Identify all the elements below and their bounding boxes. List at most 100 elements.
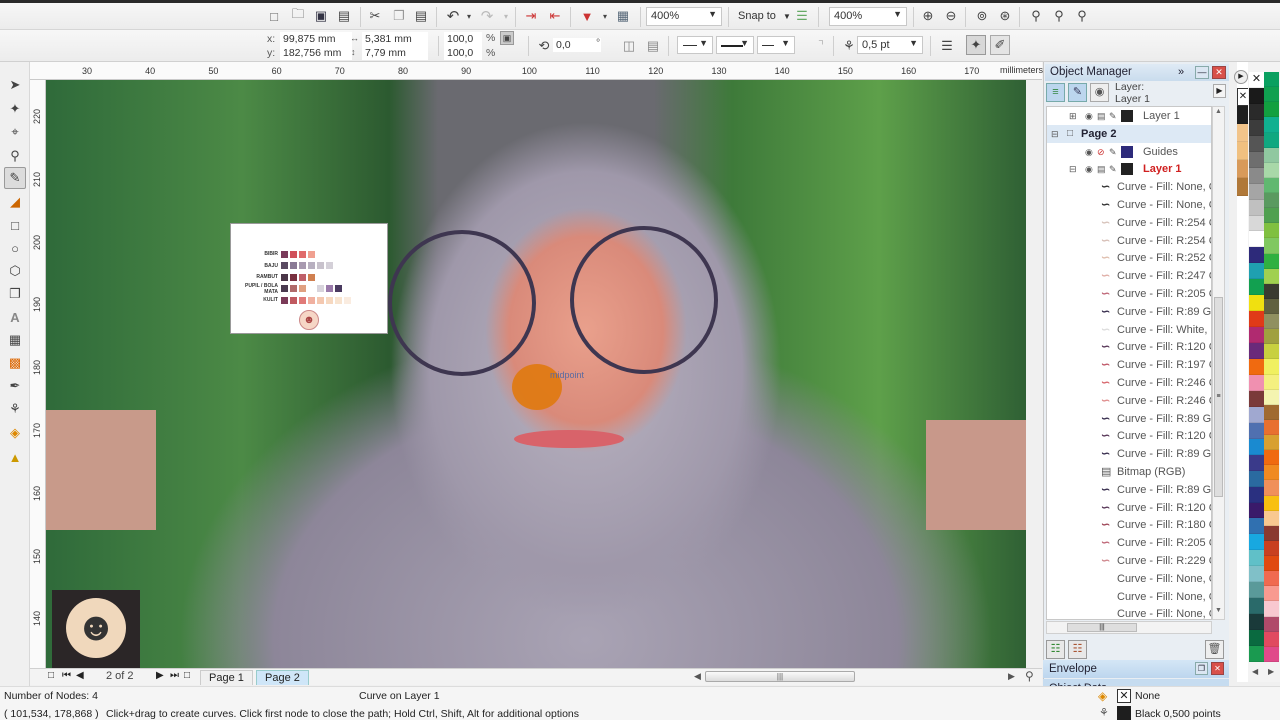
tree-curve-object[interactable]: ∽ Curve - Fill: R:252 G…	[1047, 249, 1211, 267]
tree-curve-object[interactable]: ∽ Curve - Fill: R:180 G…	[1047, 516, 1211, 534]
tree-layer-node[interactable]: ◉ ⊘ ✎ Guides	[1047, 143, 1211, 161]
tree-curve-object[interactable]: ∽ Curve - Fill: None, Outline…	[1047, 196, 1211, 214]
color-swatch[interactable]	[1249, 390, 1264, 407]
close-curve-icon[interactable]: ⌝	[812, 37, 830, 55]
object-tree-horizontal-scrollbar[interactable]: |||	[1046, 621, 1212, 634]
snap-to-dropdown[interactable]: Snap to ▼	[738, 10, 791, 22]
color-swatch[interactable]	[1264, 223, 1279, 239]
color-swatch[interactable]	[1249, 183, 1264, 200]
edit-lock-icon[interactable]: ✎	[1109, 107, 1117, 125]
color-swatch[interactable]	[1264, 374, 1279, 390]
color-swatch[interactable]	[1249, 550, 1264, 567]
collapse-icon[interactable]: ⊟	[1069, 160, 1077, 178]
color-swatch[interactable]	[1264, 72, 1279, 88]
envelope-docker-tab[interactable]: Envelope ❐ ✕	[1043, 660, 1229, 678]
color-swatch[interactable]	[1249, 215, 1264, 232]
color-swatch[interactable]	[1249, 231, 1264, 248]
table-tool-icon[interactable]: ▦	[4, 329, 26, 351]
tree-curve-object[interactable]: ∽ Curve - Fill: R:254 G…	[1047, 232, 1211, 250]
width-field[interactable]: 5,381 mm	[362, 32, 428, 46]
color-swatch[interactable]	[1249, 87, 1264, 104]
wrap-text-icon[interactable]: ☰	[938, 37, 956, 55]
vertical-ruler[interactable]: 220 210 200 190 180 170 160 150 140	[30, 80, 46, 670]
tree-curve-object[interactable]: ∽ Curve - Fill: R:247 G…	[1047, 267, 1211, 285]
color-swatch[interactable]	[1264, 571, 1279, 587]
color-swatch[interactable]	[1264, 87, 1279, 103]
color-swatch[interactable]	[1264, 283, 1279, 299]
print-icon[interactable]: ▤	[1097, 160, 1106, 178]
color-swatch[interactable]	[1264, 253, 1279, 269]
edit-lock-icon[interactable]: ✎	[1109, 143, 1117, 161]
tree-layer-node[interactable]: ⊟ ◉ ▤ ✎ Layer 1	[1047, 160, 1211, 178]
color-swatch[interactable]	[1249, 167, 1264, 184]
horizontal-scrollbar-thumb[interactable]: |||	[705, 671, 855, 682]
scroll-right-icon[interactable]: ▶	[1008, 671, 1015, 682]
tree-layer-node[interactable]: ⊞ ◉ ▤ ✎ Layer 1	[1047, 107, 1211, 125]
expand-docker-icon[interactable]: »	[1178, 64, 1184, 81]
new-layer-icon[interactable]: ☷	[1046, 640, 1065, 659]
color-swatch[interactable]	[1249, 518, 1264, 535]
drawing-canvas[interactable]: midpoint	[46, 80, 1026, 668]
close-docker-icon[interactable]: ✕	[1211, 662, 1224, 675]
tree-curve-object[interactable]: ∽ Curve - Fill: R:120 G…	[1047, 338, 1211, 356]
rectangle-tool-icon[interactable]: □	[4, 214, 26, 236]
color-swatch[interactable]	[1264, 162, 1279, 178]
zoom-level-dropdown-2[interactable]: 400% ▼	[829, 7, 907, 26]
color-swatch[interactable]	[1249, 646, 1264, 662]
horizontal-ruler[interactable]: 30 40 50 60 70 80 90 100 110 120 130 140 150 160 170 m…	[30, 62, 1043, 80]
color-swatch[interactable]	[1264, 268, 1279, 284]
rotation-field[interactable]: 0,0	[553, 38, 601, 52]
fill-tool-icon[interactable]: ◈	[4, 422, 26, 444]
previous-page-icon[interactable]: ◀	[76, 670, 84, 681]
edit-across-layers-icon[interactable]: ✎	[1068, 83, 1087, 102]
color-swatch[interactable]	[1249, 263, 1264, 280]
palette-scroll-left-icon[interactable]: ◀	[1252, 667, 1258, 676]
expand-icon[interactable]: ⊞	[1069, 107, 1077, 125]
end-arrowhead-dropdown[interactable]: ▼	[757, 36, 795, 54]
tab-page-2[interactable]: Page 2	[256, 670, 309, 685]
color-swatch[interactable]	[1249, 359, 1264, 375]
polygon-tool-icon[interactable]: ⬡	[4, 260, 26, 282]
scrollbar-thumb[interactable]: ≡	[1214, 297, 1223, 497]
cut-icon[interactable]: ✂	[366, 7, 384, 25]
color-swatch[interactable]	[1249, 438, 1264, 455]
delete-icon[interactable]: 🗑	[1205, 640, 1224, 659]
new-master-layer-icon[interactable]: ☷	[1068, 640, 1087, 659]
color-swatch[interactable]	[1249, 614, 1264, 631]
shape-tool-icon[interactable]: ✦	[4, 98, 26, 120]
add-page-before-icon[interactable]: □	[48, 670, 54, 681]
color-swatch[interactable]	[1264, 480, 1279, 496]
eyedropper-tool-icon[interactable]: ✒	[4, 375, 26, 397]
color-swatch[interactable]	[1264, 601, 1279, 617]
mirror-horizontal-icon[interactable]: ◫	[620, 37, 638, 55]
tree-page-node[interactable]: ⊟ □ Page 2	[1047, 124, 1211, 143]
zoom-page-icon[interactable]: ⚲	[1027, 7, 1045, 25]
tree-bitmap-object[interactable]: ▤ Bitmap (RGB)	[1047, 463, 1211, 481]
color-swatch[interactable]	[1264, 525, 1279, 541]
color-swatch[interactable]	[1264, 404, 1279, 420]
y-position-field[interactable]: 182,756 mm	[280, 46, 352, 60]
color-swatch[interactable]	[1264, 298, 1279, 315]
close-docker-icon[interactable]: ✕	[1212, 66, 1226, 79]
color-swatch[interactable]	[1264, 495, 1279, 511]
color-swatch[interactable]	[1264, 465, 1279, 481]
object-data-docker-tab[interactable]: Object Data	[1043, 679, 1229, 686]
visibility-eye-icon[interactable]: ◉	[1085, 143, 1093, 161]
tree-curve-object[interactable]: ∽ Curve - Fill: None, Outline…	[1047, 178, 1211, 196]
redo-dropdown-icon[interactable]: ▾	[497, 7, 515, 25]
crop-tool-icon[interactable]: ⌖	[4, 121, 26, 143]
redo-icon[interactable]: ↷	[478, 7, 496, 25]
outline-width-dropdown[interactable]: 0,5 pt ▼	[857, 36, 923, 54]
lock-ratio-icon[interactable]: ▣	[500, 31, 514, 45]
tree-curve-object[interactable]: ∽ Curve - Fill: R:246 G…	[1047, 374, 1211, 392]
welcome-screen-icon[interactable]: ▦	[614, 7, 632, 25]
visibility-eye-icon[interactable]: ◉	[1085, 160, 1093, 178]
color-swatch[interactable]	[1264, 208, 1279, 224]
paste-icon[interactable]: ▤	[412, 7, 430, 25]
basic-shapes-tool-icon[interactable]: ❐	[4, 283, 26, 305]
color-swatch[interactable]	[1249, 582, 1264, 599]
object-tree-vertical-scrollbar[interactable]: ▲ ≡ ▼	[1212, 106, 1225, 620]
color-swatch[interactable]	[1264, 117, 1279, 133]
print-icon[interactable]: ▤	[1097, 107, 1106, 125]
color-swatch[interactable]	[1249, 311, 1264, 328]
